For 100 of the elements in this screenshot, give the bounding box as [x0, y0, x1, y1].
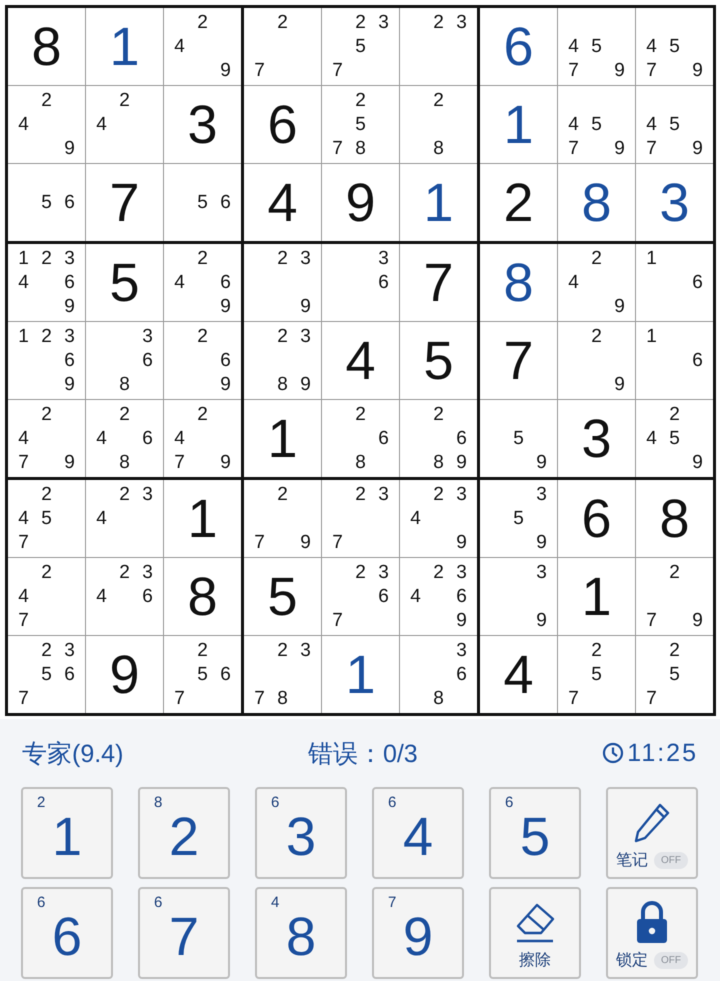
- board-cell[interactable]: 2 4 7 9: [164, 400, 241, 477]
- number-key[interactable]: 6 7: [138, 887, 230, 979]
- board-cell[interactable]: 2 4 6 9: [164, 244, 241, 321]
- board-cell[interactable]: 3 5 9: [480, 480, 557, 557]
- board-cell[interactable]: 2 3 4 9: [400, 480, 477, 557]
- board-cell[interactable]: 2 4 7: [8, 558, 85, 635]
- board-cell[interactable]: 1: [164, 480, 241, 557]
- board-cell[interactable]: 2 8: [400, 86, 477, 163]
- board-cell[interactable]: 1 6: [636, 244, 713, 321]
- board-cell[interactable]: 6: [244, 86, 321, 163]
- board-cell[interactable]: 3 6 8: [400, 636, 477, 713]
- board-cell[interactable]: 1: [400, 164, 477, 241]
- board-cell[interactable]: 1: [244, 400, 321, 477]
- pencil-mark: 3: [64, 248, 75, 268]
- board-cell[interactable]: 2 5 6 7: [164, 636, 241, 713]
- board-cell[interactable]: 3 6 8: [86, 322, 163, 399]
- board-cell[interactable]: 2 4 9: [558, 244, 635, 321]
- number-key[interactable]: 6 6: [21, 887, 113, 979]
- board-cell[interactable]: 2 4 6 8: [86, 400, 163, 477]
- board-cell[interactable]: 5 9: [480, 400, 557, 477]
- number-key[interactable]: 8 2: [138, 787, 230, 879]
- board-cell[interactable]: 8: [480, 244, 557, 321]
- board-cell[interactable]: 2 3: [400, 8, 477, 85]
- board-cell[interactable]: 2 9: [558, 322, 635, 399]
- board-cell[interactable]: 4 5 7 9: [636, 86, 713, 163]
- board-cell[interactable]: 2 5 7: [636, 636, 713, 713]
- board-cell[interactable]: 3 6: [322, 244, 399, 321]
- board-cell[interactable]: 5: [400, 322, 477, 399]
- board-cell[interactable]: 7: [400, 244, 477, 321]
- number-key[interactable]: 2 1: [21, 787, 113, 879]
- board-cell[interactable]: 2 4 9: [8, 86, 85, 163]
- board-cell[interactable]: 1 2 3 6 9: [8, 322, 85, 399]
- board-cell[interactable]: 3: [636, 164, 713, 241]
- board-cell[interactable]: 2 4 9: [164, 8, 241, 85]
- board-cell[interactable]: 2: [480, 164, 557, 241]
- board-cell[interactable]: 2 5 7 8: [322, 86, 399, 163]
- erase-button[interactable]: 擦除: [489, 887, 581, 979]
- board-cell[interactable]: 6: [558, 480, 635, 557]
- board-cell[interactable]: 1: [558, 558, 635, 635]
- board-cell[interactable]: 4: [244, 164, 321, 241]
- board-cell[interactable]: 1 2 3 4 6 9: [8, 244, 85, 321]
- board-cell[interactable]: 2 3 4 6 9: [400, 558, 477, 635]
- board-cell[interactable]: 4 5 7 9: [636, 8, 713, 85]
- board-cell[interactable]: 1 6: [636, 322, 713, 399]
- number-key[interactable]: 7 9: [372, 887, 464, 979]
- board-cell[interactable]: 5 6: [164, 164, 241, 241]
- board-cell[interactable]: 7: [86, 164, 163, 241]
- board-cell[interactable]: 4: [480, 636, 557, 713]
- notes-button[interactable]: 笔记 OFF: [606, 787, 698, 879]
- board-cell[interactable]: 2 3 7 8: [244, 636, 321, 713]
- board-cell[interactable]: 2 6 8: [322, 400, 399, 477]
- pencil-mark: 4: [568, 272, 579, 292]
- board-cell[interactable]: 2 4: [86, 86, 163, 163]
- board-cell[interactable]: 2 3 5 6 7: [8, 636, 85, 713]
- board-cell[interactable]: 3: [558, 400, 635, 477]
- number-key[interactable]: 6 3: [255, 787, 347, 879]
- board-cell[interactable]: 8: [164, 558, 241, 635]
- pencil-mark: 9: [692, 453, 703, 472]
- board-cell[interactable]: 2 4 5 7: [8, 480, 85, 557]
- board-cell[interactable]: 2 3 4 6: [86, 558, 163, 635]
- board-cell[interactable]: 7: [480, 322, 557, 399]
- board-cell[interactable]: 5: [86, 244, 163, 321]
- board-cell[interactable]: 4 5 7 9: [558, 8, 635, 85]
- number-key[interactable]: 6 4: [372, 787, 464, 879]
- board-cell[interactable]: 2 3 9: [244, 244, 321, 321]
- pencil-mark: 9: [220, 375, 231, 394]
- pencil-mark: 2: [669, 562, 680, 582]
- board-cell[interactable]: 5: [244, 558, 321, 635]
- board-cell[interactable]: 1: [322, 636, 399, 713]
- board-cell[interactable]: 2 4 5 9: [636, 400, 713, 477]
- board-cell[interactable]: 2 3 4: [86, 480, 163, 557]
- board-cell[interactable]: 5 6: [8, 164, 85, 241]
- lock-button[interactable]: 锁定 OFF: [606, 887, 698, 979]
- board-cell[interactable]: 2 7 9: [244, 480, 321, 557]
- board-cell[interactable]: 8: [636, 480, 713, 557]
- board-cell[interactable]: 8: [558, 164, 635, 241]
- board-cell[interactable]: 6: [480, 8, 557, 85]
- board-cell[interactable]: 9: [86, 636, 163, 713]
- board-cell[interactable]: 3: [164, 86, 241, 163]
- number-key[interactable]: 6 5: [489, 787, 581, 879]
- board-cell[interactable]: 2 3 6 7: [322, 558, 399, 635]
- number-key[interactable]: 4 8: [255, 887, 347, 979]
- board-cell[interactable]: 2 3 7: [322, 480, 399, 557]
- board-cell[interactable]: 8: [8, 8, 85, 85]
- pencil-mark: 7: [254, 689, 265, 708]
- board-cell[interactable]: 2 6 8 9: [400, 400, 477, 477]
- board-cell[interactable]: 9: [322, 164, 399, 241]
- board-cell[interactable]: 1: [480, 86, 557, 163]
- board-cell[interactable]: 2 4 7 9: [8, 400, 85, 477]
- board-cell[interactable]: 2 5 7: [558, 636, 635, 713]
- board-cell[interactable]: 4 5 7 9: [558, 86, 635, 163]
- board-cell[interactable]: 2 3 5 7: [322, 8, 399, 85]
- board-cell[interactable]: 4: [322, 322, 399, 399]
- board-cell[interactable]: 2 6 9: [164, 322, 241, 399]
- board-cell[interactable]: 1: [86, 8, 163, 85]
- board-cell[interactable]: 3 9: [480, 558, 557, 635]
- board-cell[interactable]: 2 7: [244, 8, 321, 85]
- board-cell[interactable]: 2 7 9: [636, 558, 713, 635]
- pencil-mark: 1: [646, 248, 657, 268]
- board-cell[interactable]: 2 3 8 9: [244, 322, 321, 399]
